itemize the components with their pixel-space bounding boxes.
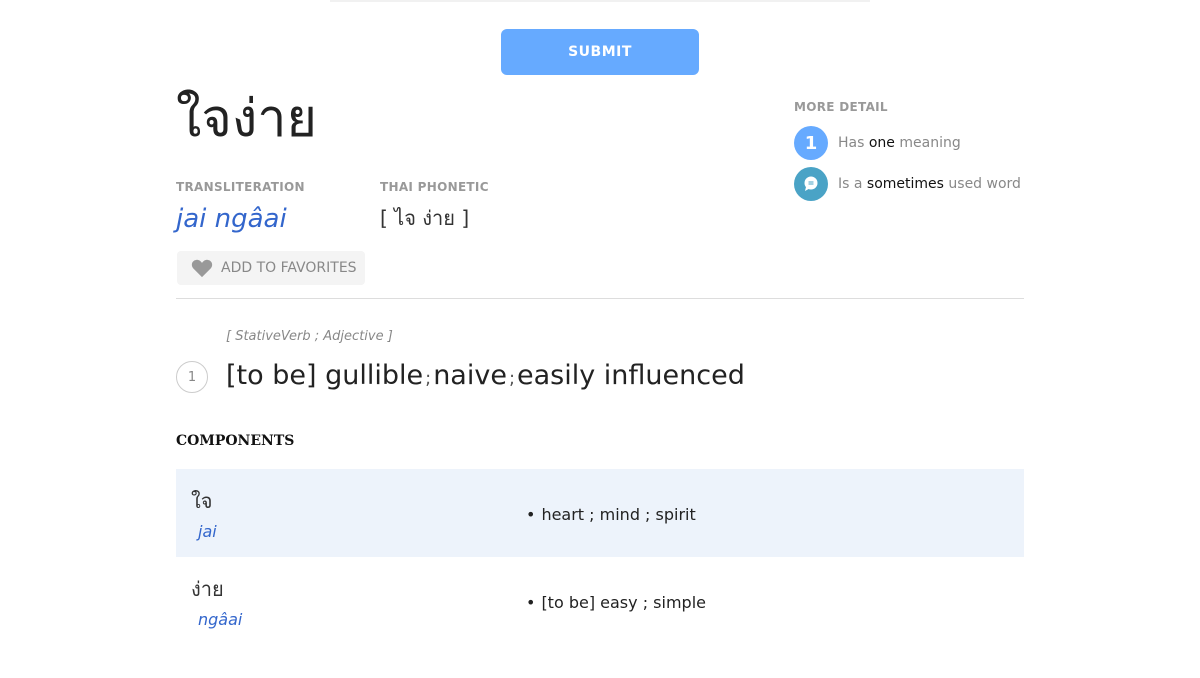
component-meaning: • heart ; mind ; spirit (526, 505, 696, 524)
favorites-label: ADD TO FAVORITES (221, 260, 357, 276)
meaning-count-prefix: Has (838, 135, 869, 151)
frequency-emphasis: sometimes (866, 176, 944, 192)
submit-button[interactable]: SUBMIT (501, 29, 699, 75)
headword: ใจง่าย (176, 89, 317, 149)
bullet-icon: • (526, 505, 536, 524)
component-transliteration: jai (198, 522, 217, 541)
component-meaning-text: [to be] easy ; simple (541, 593, 706, 612)
frequency-row: Is a sometimes used word (794, 167, 1021, 201)
sense-separator: ; (508, 368, 516, 389)
meaning-count-suffix: meaning (894, 135, 961, 151)
component-meaning: • [to be] easy ; simple (526, 593, 706, 612)
add-to-favorites-button[interactable]: ADD TO FAVORITES (177, 251, 365, 285)
section-divider (176, 298, 1024, 299)
component-row[interactable]: ใจ jai • heart ; mind ; spirit (176, 469, 1024, 557)
definition-number: 1 (176, 361, 208, 393)
speech-bubble-icon (794, 167, 828, 201)
sense: [to be] gullible (226, 360, 424, 391)
part-of-speech: [ StativeVerb ; Adjective ] (226, 329, 393, 344)
heart-icon (191, 259, 213, 278)
meaning-count-row: 1 Has one meaning (794, 126, 961, 160)
transliteration-label: TRANSLITERATION (176, 180, 305, 194)
meaning-count-badge: 1 (794, 126, 828, 160)
component-row[interactable]: ง่าย ngâai • [to be] easy ; simple (176, 557, 1024, 645)
component-thai: ง่าย (191, 577, 224, 601)
component-transliteration: ngâai (198, 610, 243, 629)
sense: naive (433, 360, 507, 391)
meaning-count-emphasis: one (868, 135, 895, 151)
definition-senses: [to be] gullible ;naive ;easily influenced (226, 360, 745, 391)
bullet-icon: • (526, 593, 536, 612)
more-detail-title: MORE DETAIL (794, 100, 888, 114)
search-box-edge (330, 0, 870, 2)
transliteration: jai ngâai (176, 204, 287, 234)
frequency-suffix: used word (943, 176, 1021, 192)
component-thai: ใจ (191, 489, 213, 513)
component-meaning-text: heart ; mind ; spirit (541, 505, 696, 524)
components-title: COMPONENTS (176, 433, 295, 449)
thai-phonetic-label: THAI PHONETIC (380, 180, 489, 194)
frequency-prefix: Is a (838, 176, 867, 192)
thai-phonetic: [ ไจ ง่าย ] (380, 206, 470, 230)
sense: easily influenced (517, 360, 745, 391)
sense-separator: ; (425, 368, 432, 389)
